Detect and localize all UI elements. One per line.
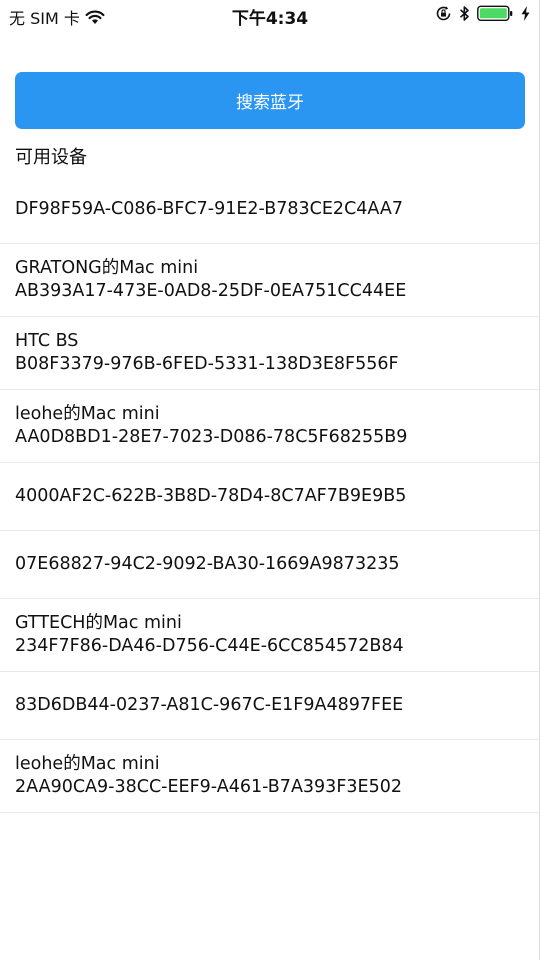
device-row[interactable]: GTTECH的Mac mini 234F7F86-DA46-D756-C44E-… (0, 599, 540, 672)
device-uuid: AA0D8BD1-28E7-7023-D086-78C5F68255B9 (15, 427, 408, 447)
device-row[interactable]: 07E68827-94C2-9092-BA30-1669A9873235 (0, 531, 540, 599)
orientation-lock-icon (435, 5, 452, 22)
bluetooth-icon (459, 5, 470, 22)
device-uuid: B08F3379-976B-6FED-5331-138D3E8F556F (15, 354, 399, 374)
device-row[interactable]: GRATONG的Mac mini AB393A17-473E-0AD8-25DF… (0, 244, 540, 317)
device-name: GRATONG的Mac mini (15, 258, 199, 278)
device-uuid: 2AA90CA9-38CC-EEF9-A461-B7A393F3E502 (15, 777, 402, 797)
device-uuid: DF98F59A-C086-BFC7-91E2-B783CE2C4AA7 (15, 199, 403, 219)
device-row[interactable]: leohe的Mac mini AA0D8BD1-28E7-7023-D086-7… (0, 390, 540, 463)
device-row[interactable]: 83D6DB44-0237-A81C-967C-E1F9A4897FEE (0, 672, 540, 740)
device-uuid: 234F7F86-DA46-D756-C44E-6CC854572B84 (15, 636, 404, 656)
device-name: leohe的Mac mini (15, 754, 160, 774)
device-name: GTTECH的Mac mini (15, 613, 182, 633)
status-right (435, 5, 530, 22)
available-devices-title: 可用设备 (15, 147, 87, 168)
search-bluetooth-label: 搜索蓝牙 (236, 93, 304, 113)
device-row[interactable]: 4000AF2C-622B-3B8D-78D4-8C7AF7B9E9B5 (0, 463, 540, 531)
device-uuid: AB393A17-473E-0AD8-25DF-0EA751CC44EE (15, 281, 407, 301)
status-bar: 无 SIM 卡 下午4:34 (0, 0, 540, 30)
device-row[interactable]: leohe的Mac mini 2AA90CA9-38CC-EEF9-A461-B… (0, 740, 540, 813)
device-uuid: 07E68827-94C2-9092-BA30-1669A9873235 (15, 554, 400, 574)
device-uuid: 4000AF2C-622B-3B8D-78D4-8C7AF7B9E9B5 (15, 486, 407, 506)
charging-bolt-icon (521, 6, 530, 21)
device-name: HTC BS (15, 331, 79, 351)
device-row[interactable]: DF98F59A-C086-BFC7-91E2-B783CE2C4AA7 (0, 176, 540, 244)
battery-icon (477, 5, 514, 22)
device-name: leohe的Mac mini (15, 404, 160, 424)
device-uuid: 83D6DB44-0237-A81C-967C-E1F9A4897FEE (15, 695, 404, 715)
device-row[interactable]: HTC BS B08F3379-976B-6FED-5331-138D3E8F5… (0, 317, 540, 390)
search-bluetooth-button[interactable]: 搜索蓝牙 (15, 72, 525, 129)
device-list: DF98F59A-C086-BFC7-91E2-B783CE2C4AA7 GRA… (0, 176, 540, 813)
